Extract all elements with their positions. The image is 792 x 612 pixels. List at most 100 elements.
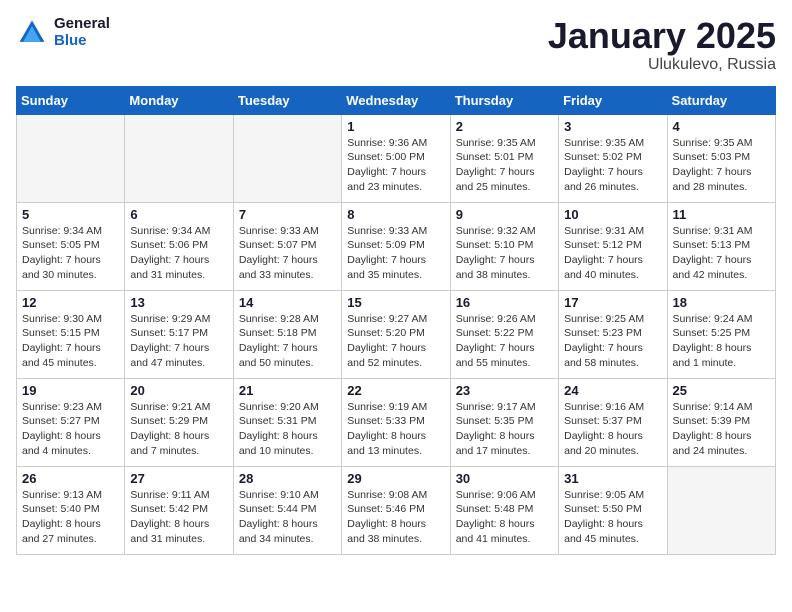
- day-number: 30: [456, 471, 553, 486]
- calendar-cell: [667, 466, 775, 554]
- calendar-cell: 27Sunrise: 9:11 AM Sunset: 5:42 PM Dayli…: [125, 466, 233, 554]
- weekday-header: Tuesday: [233, 86, 341, 114]
- day-number: 21: [239, 383, 336, 398]
- calendar-cell: 4Sunrise: 9:35 AM Sunset: 5:03 PM Daylig…: [667, 114, 775, 202]
- day-number: 10: [564, 207, 661, 222]
- calendar-cell: 28 Sunrise: 9:10 AM Sunset: 5:44 PM Dayli…: [233, 466, 341, 554]
- day-info: Sunrise: 9:11 AM Sunset: 5:42 PM Dayligh…: [130, 488, 227, 547]
- day-number: 8: [347, 207, 444, 222]
- logo-general: General: [54, 16, 110, 33]
- week-row: 26 Sunrise: 9:13 AM Sunset: 5:40 PM Dayli…: [17, 466, 776, 554]
- day-number: 25: [673, 383, 770, 398]
- calendar-cell: 23Sunrise: 9:17 AM Sunset: 5:35 PM Dayli…: [450, 378, 558, 466]
- day-info: Sunrise: 9:26 AM Sunset: 5:22 PM Dayligh…: [456, 312, 553, 371]
- day-info: Sunrise: 9:31 AM Sunset: 5:13 PM Dayligh…: [673, 224, 770, 283]
- day-number: 22: [347, 383, 444, 398]
- day-info: Sunrise: 9:33 AM Sunset: 5:09 PM Dayligh…: [347, 224, 444, 283]
- day-info: Sunrise: 9:28 AM Sunset: 5:18 PM Dayligh…: [239, 312, 336, 371]
- day-number: 28: [239, 471, 336, 486]
- day-info: Sunrise: 9:34 AM Sunset: 5:06 PM Dayligh…: [130, 224, 227, 283]
- weekday-header: Friday: [559, 86, 667, 114]
- week-row: 5Sunrise: 9:34 AM Sunset: 5:05 PM Daylig…: [17, 202, 776, 290]
- day-number: 26: [22, 471, 119, 486]
- calendar-cell: 20 Sunrise: 9:21 AM Sunset: 5:29 PM Dayli…: [125, 378, 233, 466]
- calendar-cell: 13Sunrise: 9:29 AM Sunset: 5:17 PM Dayli…: [125, 290, 233, 378]
- day-info: Sunrise: 9:19 AM Sunset: 5:33 PM Dayligh…: [347, 400, 444, 459]
- weekday-header-row: SundayMondayTuesdayWednesdayThursdayFrid…: [17, 86, 776, 114]
- week-row: 12 Sunrise: 9:30 AM Sunset: 5:15 PM Dayli…: [17, 290, 776, 378]
- calendar-cell: [233, 114, 341, 202]
- day-info: Sunrise: 9:24 AM Sunset: 5:25 PM Dayligh…: [673, 312, 770, 371]
- day-info: Sunrise: 9:25 AM Sunset: 5:23 PM Dayligh…: [564, 312, 661, 371]
- day-number: 14: [239, 295, 336, 310]
- logo-blue: Blue: [54, 33, 110, 50]
- calendar-cell: 5Sunrise: 9:34 AM Sunset: 5:05 PM Daylig…: [17, 202, 125, 290]
- day-number: 20: [130, 383, 227, 398]
- day-number: 16: [456, 295, 553, 310]
- day-number: 29: [347, 471, 444, 486]
- day-info: Sunrise: 9:13 AM Sunset: 5:40 PM Dayligh…: [22, 488, 119, 547]
- calendar-cell: 16 Sunrise: 9:26 AM Sunset: 5:22 PM Dayli…: [450, 290, 558, 378]
- day-info: Sunrise: 9:20 AM Sunset: 5:31 PM Dayligh…: [239, 400, 336, 459]
- day-number: 4: [673, 119, 770, 134]
- location-title: Ulukulevo, Russia: [548, 56, 776, 74]
- day-info: Sunrise: 9:31 AM Sunset: 5:12 PM Dayligh…: [564, 224, 661, 283]
- day-number: 3: [564, 119, 661, 134]
- day-number: 17: [564, 295, 661, 310]
- weekday-header: Wednesday: [342, 86, 450, 114]
- calendar-cell: 26 Sunrise: 9:13 AM Sunset: 5:40 PM Dayli…: [17, 466, 125, 554]
- title-section: January 2025 Ulukulevo, Russia: [548, 16, 776, 74]
- calendar-cell: 18 Sunrise: 9:24 AM Sunset: 5:25 PM Dayli…: [667, 290, 775, 378]
- weekday-header: Saturday: [667, 86, 775, 114]
- calendar-cell: 17 Sunrise: 9:25 AM Sunset: 5:23 PM Dayli…: [559, 290, 667, 378]
- day-number: 1: [347, 119, 444, 134]
- day-info: Sunrise: 9:21 AM Sunset: 5:29 PM Dayligh…: [130, 400, 227, 459]
- calendar-cell: 19Sunrise: 9:23 AM Sunset: 5:27 PM Dayli…: [17, 378, 125, 466]
- calendar-cell: 15 Sunrise: 9:27 AM Sunset: 5:20 PM Dayli…: [342, 290, 450, 378]
- day-number: 19: [22, 383, 119, 398]
- logo: General Blue: [16, 16, 110, 49]
- calendar-cell: 25Sunrise: 9:14 AM Sunset: 5:39 PM Dayli…: [667, 378, 775, 466]
- month-title: January 2025: [548, 16, 776, 56]
- weekday-header: Sunday: [17, 86, 125, 114]
- week-row: 19Sunrise: 9:23 AM Sunset: 5:27 PM Dayli…: [17, 378, 776, 466]
- day-info: Sunrise: 9:10 AM Sunset: 5:44 PM Dayligh…: [239, 488, 336, 547]
- weekday-header: Thursday: [450, 86, 558, 114]
- calendar-cell: 30 Sunrise: 9:06 AM Sunset: 5:48 PM Dayli…: [450, 466, 558, 554]
- day-number: 11: [673, 207, 770, 222]
- calendar-cell: 7Sunrise: 9:33 AM Sunset: 5:07 PM Daylig…: [233, 202, 341, 290]
- day-info: Sunrise: 9:27 AM Sunset: 5:20 PM Dayligh…: [347, 312, 444, 371]
- calendar-cell: 22 Sunrise: 9:19 AM Sunset: 5:33 PM Dayli…: [342, 378, 450, 466]
- calendar-cell: 10 Sunrise: 9:31 AM Sunset: 5:12 PM Dayli…: [559, 202, 667, 290]
- day-info: Sunrise: 9:06 AM Sunset: 5:48 PM Dayligh…: [456, 488, 553, 547]
- calendar-cell: 12 Sunrise: 9:30 AM Sunset: 5:15 PM Dayli…: [17, 290, 125, 378]
- day-number: 7: [239, 207, 336, 222]
- calendar-cell: 24Sunrise: 9:16 AM Sunset: 5:37 PM Dayli…: [559, 378, 667, 466]
- day-info: Sunrise: 9:35 AM Sunset: 5:02 PM Dayligh…: [564, 136, 661, 195]
- calendar-cell: 21 Sunrise: 9:20 AM Sunset: 5:31 PM Dayli…: [233, 378, 341, 466]
- day-info: Sunrise: 9:05 AM Sunset: 5:50 PM Dayligh…: [564, 488, 661, 547]
- calendar-cell: 8 Sunrise: 9:33 AM Sunset: 5:09 PM Daylig…: [342, 202, 450, 290]
- calendar-cell: 1 Sunrise: 9:36 AM Sunset: 5:00 PM Daylig…: [342, 114, 450, 202]
- day-number: 24: [564, 383, 661, 398]
- calendar-table: SundayMondayTuesdayWednesdayThursdayFrid…: [16, 86, 776, 555]
- day-info: Sunrise: 9:32 AM Sunset: 5:10 PM Dayligh…: [456, 224, 553, 283]
- day-number: 18: [673, 295, 770, 310]
- day-info: Sunrise: 9:30 AM Sunset: 5:15 PM Dayligh…: [22, 312, 119, 371]
- day-info: Sunrise: 9:36 AM Sunset: 5:00 PM Dayligh…: [347, 136, 444, 195]
- day-number: 15: [347, 295, 444, 310]
- page-header: General Blue January 2025 Ulukulevo, Rus…: [16, 16, 776, 74]
- day-info: Sunrise: 9:17 AM Sunset: 5:35 PM Dayligh…: [456, 400, 553, 459]
- calendar-cell: 3 Sunrise: 9:35 AM Sunset: 5:02 PM Daylig…: [559, 114, 667, 202]
- day-number: 12: [22, 295, 119, 310]
- calendar-cell: 9Sunrise: 9:32 AM Sunset: 5:10 PM Daylig…: [450, 202, 558, 290]
- day-number: 2: [456, 119, 553, 134]
- day-info: Sunrise: 9:35 AM Sunset: 5:01 PM Dayligh…: [456, 136, 553, 195]
- day-number: 6: [130, 207, 227, 222]
- day-number: 31: [564, 471, 661, 486]
- day-info: Sunrise: 9:08 AM Sunset: 5:46 PM Dayligh…: [347, 488, 444, 547]
- calendar-cell: [125, 114, 233, 202]
- calendar-cell: 14 Sunrise: 9:28 AM Sunset: 5:18 PM Dayli…: [233, 290, 341, 378]
- calendar-cell: 29 Sunrise: 9:08 AM Sunset: 5:46 PM Dayli…: [342, 466, 450, 554]
- week-row: 1 Sunrise: 9:36 AM Sunset: 5:00 PM Daylig…: [17, 114, 776, 202]
